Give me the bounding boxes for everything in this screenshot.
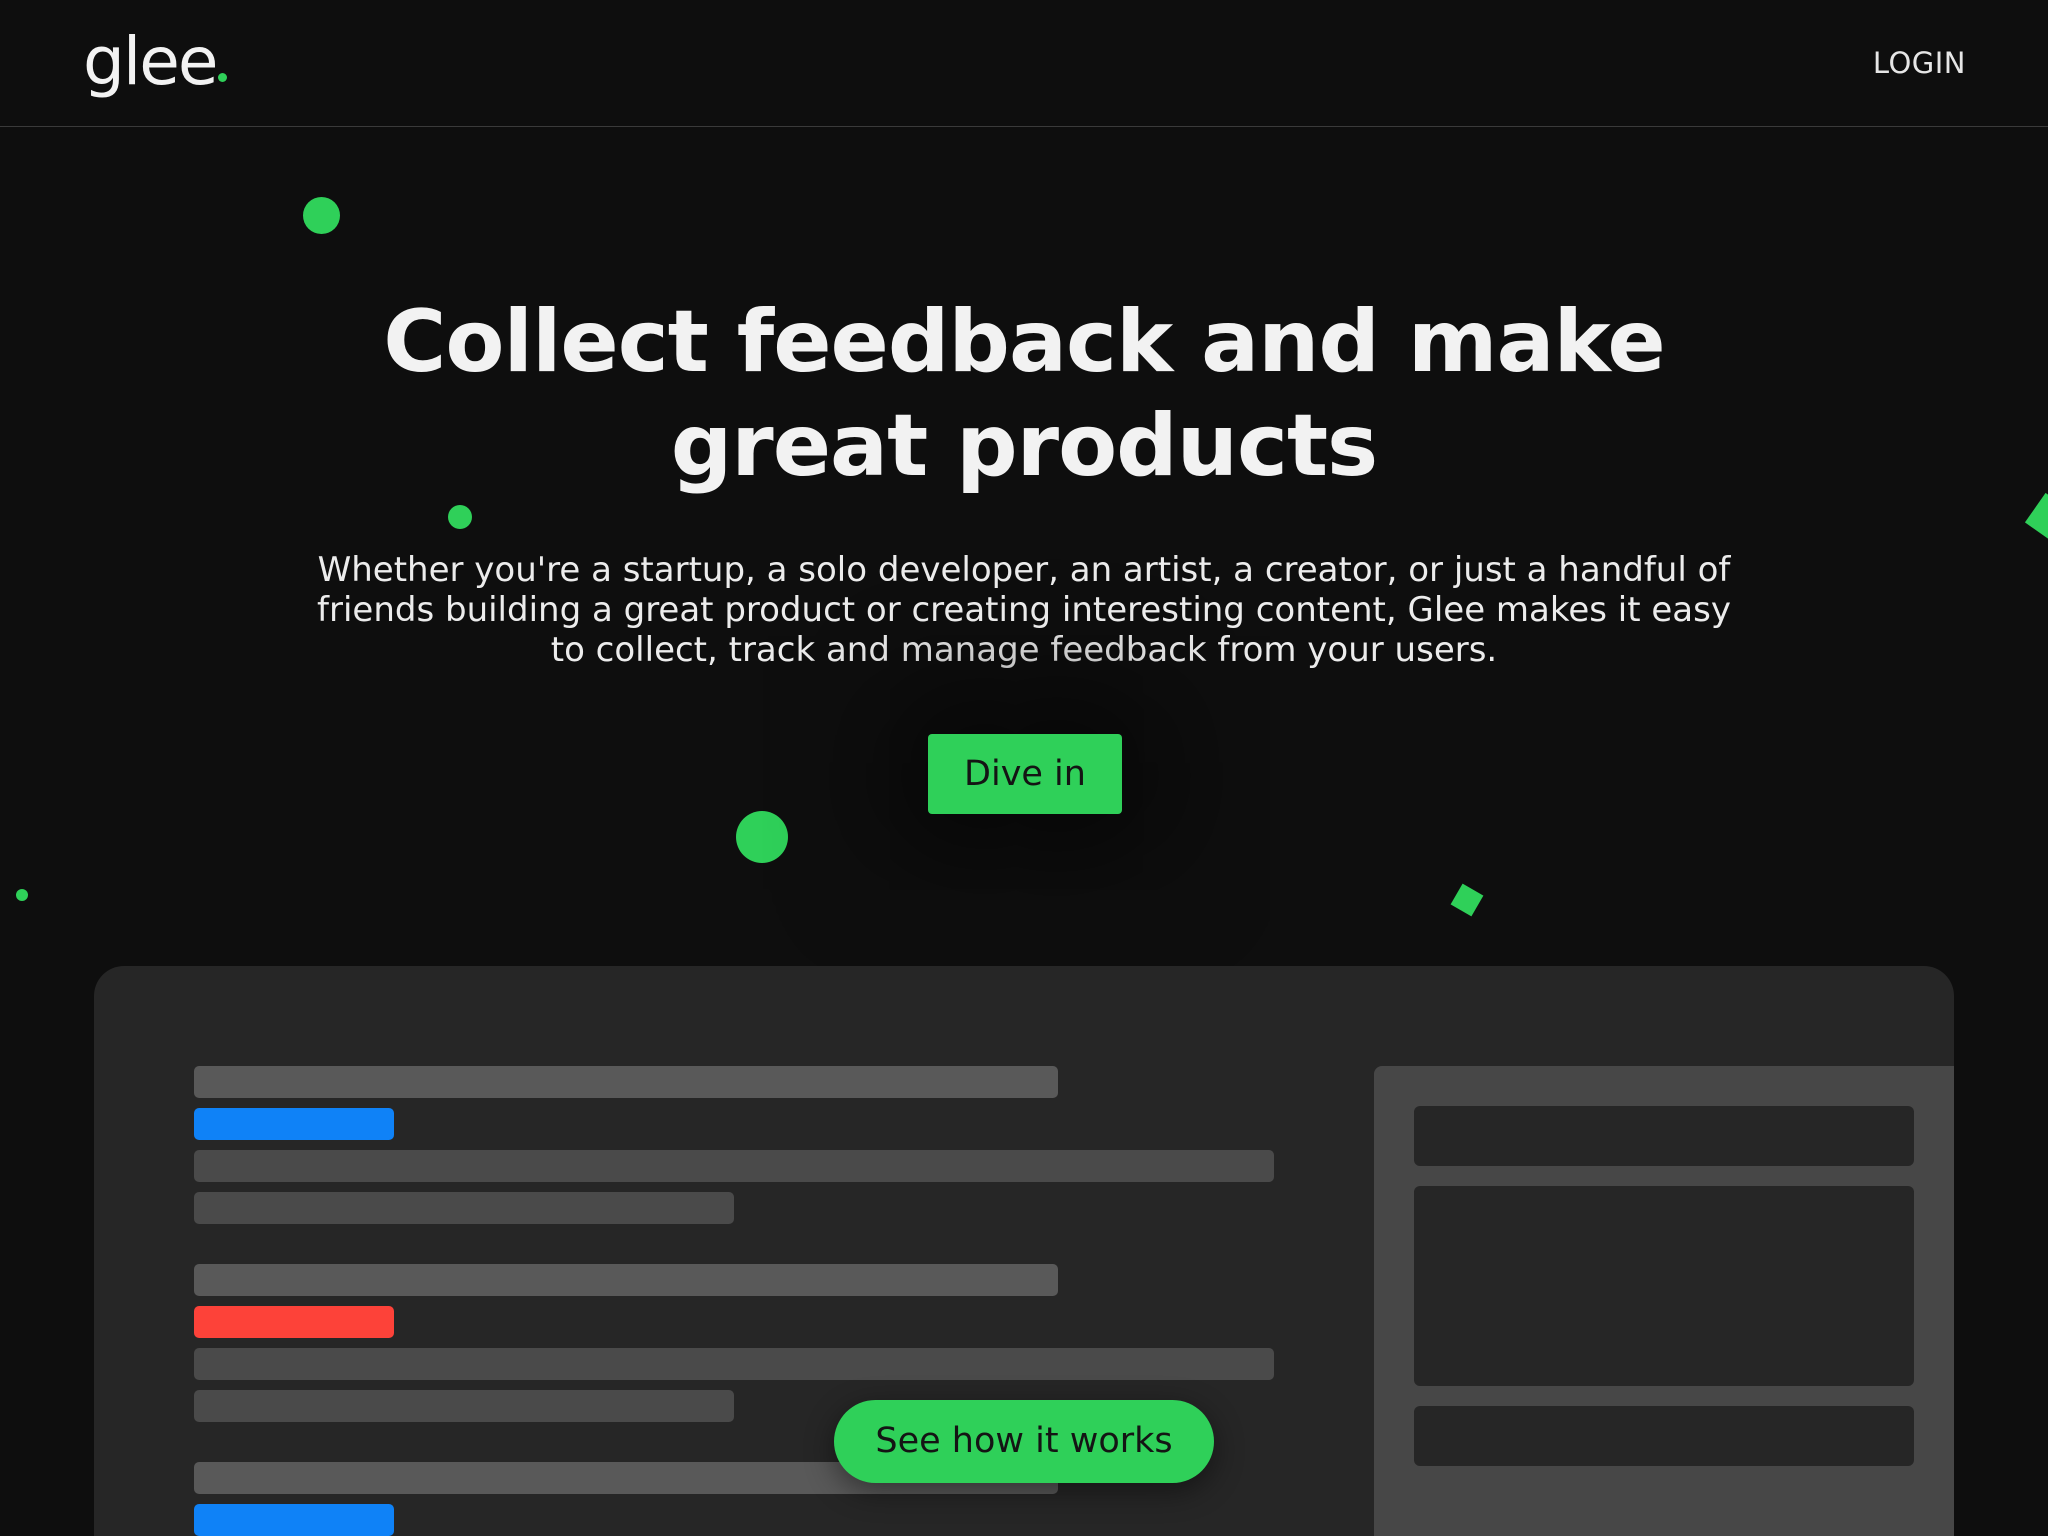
skeleton-title-bar [194,1264,1058,1296]
status-tag-blue [194,1108,394,1140]
side-panel-header-box [1414,1106,1914,1166]
confetti-dot-icon [736,811,788,863]
skeleton-text-bar [194,1192,734,1224]
skeleton-text-bar [194,1390,734,1422]
login-link[interactable]: LOGIN [1873,46,1966,80]
status-tag-blue [194,1504,394,1536]
hero-description: Whether you're a startup, a solo develop… [317,550,1731,670]
logo-dot-icon [218,73,227,82]
skeleton-text-bar [194,1150,1274,1182]
confetti-dot-icon [16,889,28,901]
confetti-square-icon [2024,492,2048,544]
side-panel-footer-box [1414,1406,1914,1466]
dive-in-button[interactable]: Dive in [928,734,1122,814]
headline-line-1: Collect feedback and make [383,292,1665,392]
skeleton-text-bar [194,1348,1274,1380]
skeleton-title-bar [194,1066,1058,1098]
site-header: glee LOGIN [0,0,2048,127]
confetti-square-icon [1450,883,1484,917]
side-panel-content-box [1414,1186,1914,1386]
glee-logo[interactable]: glee [83,20,218,104]
hero-headline: Collect feedback and make great products [0,290,2048,498]
landing-page: glee LOGIN Collect feedback and make gre… [0,0,2048,1536]
confetti-dot-icon [448,505,472,529]
confetti-dot-icon [303,197,340,234]
headline-line-2: great products [670,396,1379,496]
status-tag-red [194,1306,394,1338]
see-how-it-works-button[interactable]: See how it works [834,1400,1214,1483]
